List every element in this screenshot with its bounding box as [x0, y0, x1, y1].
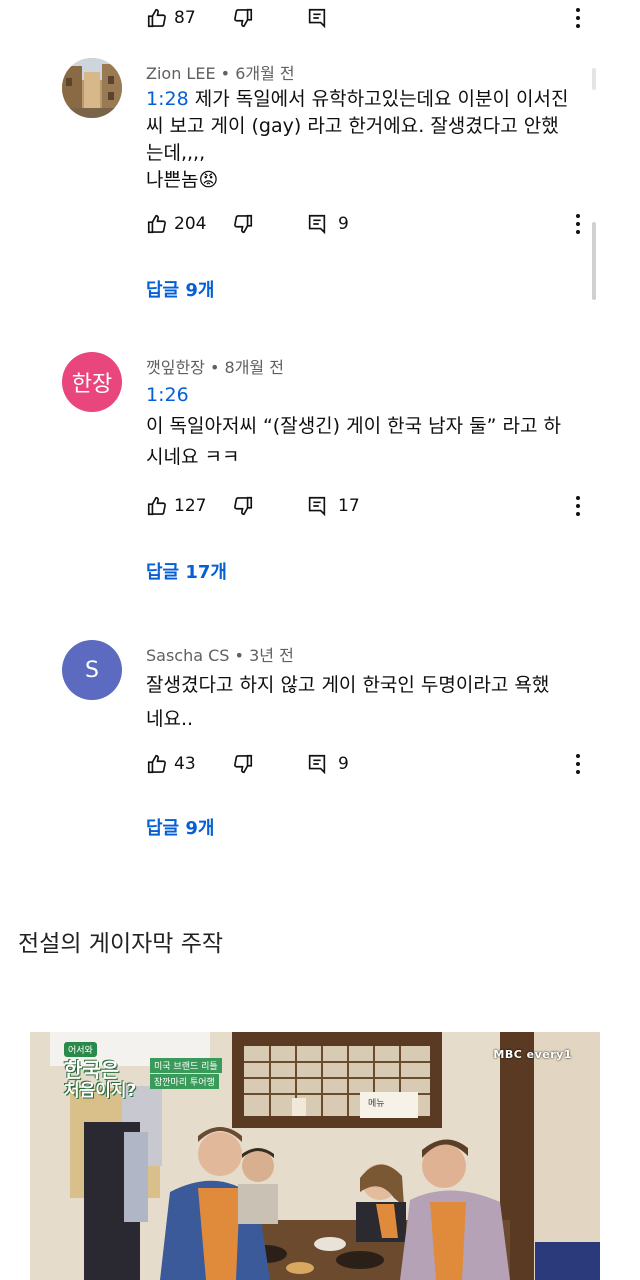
- comment-meta: Zion LEE • 6개월 전: [146, 60, 295, 84]
- comment-line: 제가 독일에서 유학하고있는데요 이분이 이서진: [188, 88, 569, 110]
- like-button[interactable]: 127: [146, 495, 232, 517]
- video-thumbnail[interactable]: 어서와 한국은 처음이지? 미국 브랜드 리틀 잠깐마리 투어행 MBC eve…: [30, 1032, 600, 1280]
- program-title-line-2: 처음이지?: [64, 1081, 137, 1101]
- post-caption: 전설의 게이자막 주작: [18, 931, 224, 957]
- comment-author[interactable]: 깻잎한장: [146, 358, 205, 377]
- comment-meta: Sascha CS • 3년 전: [146, 642, 294, 666]
- comment-text: 1:28 제가 독일에서 유학하고있는데요 이분이 이서진 씨 보고 게이 (g…: [146, 86, 586, 194]
- comment-line: 씨 보고 게이 (gay) 라고 한거에요. 잘생겼다고 안했: [146, 115, 559, 137]
- comment-icon: [306, 753, 328, 775]
- thumbs-down-icon: [232, 753, 254, 775]
- avatar-text: S: [85, 657, 99, 683]
- comment-line: 시네요 ㅋㅋ: [146, 446, 240, 468]
- comment-meta: 깻잎한장 • 8개월 전: [146, 354, 284, 378]
- thumbs-up-icon: [146, 7, 168, 29]
- reply-count: 17: [338, 496, 360, 516]
- comment-actions-top: 87: [146, 4, 328, 32]
- scrollbar[interactable]: [592, 222, 596, 300]
- more-options-icon[interactable]: [572, 750, 584, 778]
- dislike-button[interactable]: [232, 213, 306, 235]
- like-button[interactable]: 204: [146, 213, 232, 235]
- thumbs-down-icon: [232, 495, 254, 517]
- dislike-button[interactable]: [232, 753, 306, 775]
- meta-separator: •: [220, 64, 231, 83]
- comment-line: 잘생겼다고 하지 않고 게이 한국인 두명이라고 욕했: [146, 674, 550, 696]
- wall-menu-sign: 메뉴: [368, 1099, 385, 1109]
- view-replies-link[interactable]: 답글 17개: [146, 558, 227, 584]
- scrollbar-top-edge: [592, 68, 596, 90]
- episode-subtitle-2: 잠깐마리 투어행: [150, 1074, 219, 1089]
- comment-line: 는데,,,,: [146, 142, 206, 164]
- comment-line: 이 독일아저씨 “(잘생긴) 게이 한국 남자 둘” 라고 하: [146, 415, 561, 437]
- comment-author[interactable]: Zion LEE: [146, 64, 216, 83]
- avatar[interactable]: S: [62, 640, 122, 700]
- thumbs-up-icon: [146, 495, 168, 517]
- like-count: 127: [174, 496, 207, 516]
- timestamp-link[interactable]: 1:28: [146, 88, 189, 110]
- thumbs-up-icon: [146, 753, 168, 775]
- reply-button[interactable]: [306, 7, 328, 29]
- comment-text: 잘생겼다고 하지 않고 게이 한국인 두명이라고 욕했 네요..: [146, 668, 586, 736]
- reply-button[interactable]: 9: [306, 213, 349, 235]
- meta-separator: •: [209, 358, 220, 377]
- comment-author[interactable]: Sascha CS: [146, 646, 229, 665]
- more-options-icon[interactable]: [572, 4, 584, 32]
- comment-icon: [306, 495, 328, 517]
- reply-count: 9: [338, 754, 349, 774]
- comment-age: 6개월 전: [235, 64, 295, 83]
- comment-age: 3년 전: [249, 646, 294, 665]
- dislike-button[interactable]: [232, 495, 306, 517]
- comment-actions: 127 17: [146, 492, 360, 520]
- like-button[interactable]: 87: [146, 7, 232, 29]
- reply-button[interactable]: 17: [306, 495, 360, 517]
- like-count: 43: [174, 754, 196, 774]
- comment-age: 8개월 전: [224, 358, 284, 377]
- like-count: 87: [174, 8, 196, 28]
- channel-logo: MBC every1: [493, 1048, 572, 1061]
- dislike-button[interactable]: [232, 7, 306, 29]
- view-replies-link[interactable]: 답글 9개: [146, 276, 214, 302]
- episode-subtitle-1: 미국 브랜드 리틀: [150, 1058, 222, 1073]
- more-options-icon[interactable]: [572, 492, 584, 520]
- reply-count: 9: [338, 214, 349, 234]
- reply-button[interactable]: 9: [306, 753, 349, 775]
- comment-line: 네요..: [146, 708, 194, 730]
- avatar[interactable]: [62, 58, 122, 118]
- comment-text: 1:26 이 독일아저씨 “(잘생긴) 게이 한국 남자 둘” 라고 하 시네요…: [146, 382, 586, 471]
- timestamp-link[interactable]: 1:26: [146, 382, 586, 409]
- comment-actions: 204 9: [146, 210, 349, 238]
- angry-emoji: 😡: [198, 169, 219, 191]
- avatar[interactable]: 한장: [62, 352, 122, 412]
- like-button[interactable]: 43: [146, 753, 232, 775]
- view-replies-link[interactable]: 답글 9개: [146, 814, 214, 840]
- comment-icon: [306, 213, 328, 235]
- comment-icon: [306, 7, 328, 29]
- comment-line: 나쁜놈: [146, 169, 199, 191]
- avatar-text: 한장: [71, 372, 113, 397]
- like-count: 204: [174, 214, 207, 234]
- more-options-icon[interactable]: [572, 210, 584, 238]
- meta-separator: •: [234, 646, 244, 665]
- thumbs-up-icon: [146, 213, 168, 235]
- thumbs-down-icon: [232, 7, 254, 29]
- comment-actions: 43 9: [146, 750, 349, 778]
- thumbs-down-icon: [232, 213, 254, 235]
